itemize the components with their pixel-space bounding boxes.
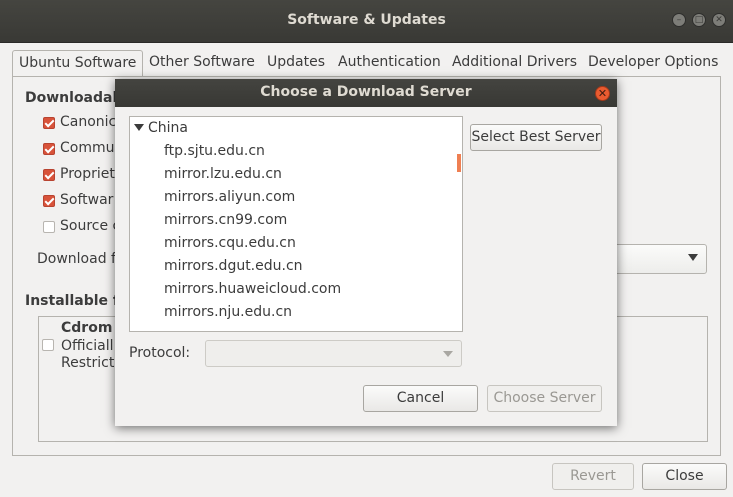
downloadable-header: Downloadab [25,90,123,106]
protocol-label: Protocol: [129,345,191,361]
tab-other-software[interactable]: Other Software [143,50,261,76]
tab-developer-options[interactable]: Developer Options [582,50,724,76]
server-row[interactable]: mirrors.cqu.edu.cn [164,235,296,258]
download-from-combo[interactable] [614,244,707,274]
tab-additional-drivers[interactable]: Additional Drivers [446,50,583,76]
protocol-combo[interactable] [205,340,462,367]
source-code-checkbox[interactable] [43,221,55,233]
server-tree[interactable]: Chile China ftp.sjtu.edu.cnmirror.lzu.ed… [129,116,463,332]
cdrom-line-1: Officiall [61,338,114,354]
choose-server-button[interactable]: Choose Server [487,385,602,412]
component-checkbox-4[interactable] [43,195,55,207]
component-checkbox-3[interactable] [43,169,55,181]
server-row[interactable]: mirrors.cn99.com [164,212,287,235]
country-label: China [148,120,188,136]
tab-ubuntu-software[interactable]: Ubuntu Software [12,50,144,77]
cdrom-line-2: Restrict [61,355,115,371]
server-row[interactable]: mirrors.huaweicloud.com [164,281,341,304]
component-checkbox-2[interactable] [43,143,55,155]
maximize-icon[interactable]: □ [692,13,706,27]
revert-button[interactable]: Revert [552,463,634,490]
component-label-2: Commun [60,140,124,156]
chevron-down-icon [443,351,453,357]
window-title: Software & Updates [287,12,446,28]
window-titlebar[interactable]: Software & Updates – □ ✕ [0,0,733,43]
server-row[interactable]: mirrors.aliyun.com [164,189,295,212]
server-row[interactable]: mirror.lzu.edu.cn [164,166,282,189]
component-checkbox-1[interactable] [43,117,55,129]
choose-server-dialog: Choose a Download Server ✕ Chile China f… [115,79,617,426]
server-row[interactable]: mirrors.dgut.edu.cn [164,258,303,281]
close-icon[interactable]: ✕ [712,13,726,27]
triangle-down-icon [134,124,144,131]
component-label-3: Propriet [60,166,115,182]
close-icon[interactable]: ✕ [595,86,610,101]
server-row[interactable]: ftp.sjtu.edu.cn [164,143,265,166]
chevron-down-icon [688,254,698,261]
dialog-title: Choose a Download Server [260,84,472,100]
installable-header: Installable fr [25,293,126,309]
minimize-icon[interactable]: – [672,13,686,27]
tab-updates[interactable]: Updates [261,50,331,76]
scrollbar-indicator[interactable] [457,154,461,172]
cancel-button[interactable]: Cancel [363,385,478,412]
cdrom-checkbox[interactable] [42,339,54,351]
dialog-titlebar[interactable]: Choose a Download Server ✕ [115,79,617,107]
download-from-label: Download f [37,251,116,267]
tab-authentication[interactable]: Authentication [332,50,447,76]
select-best-server-button[interactable]: Select Best Server [470,124,602,151]
component-label-4: Softwar [60,192,114,208]
country-row-china[interactable]: China [130,117,460,140]
server-row[interactable]: mirrors.nju.edu.cn [164,304,292,327]
source-code-label: Source c [60,218,121,234]
close-button[interactable]: Close [642,463,727,490]
